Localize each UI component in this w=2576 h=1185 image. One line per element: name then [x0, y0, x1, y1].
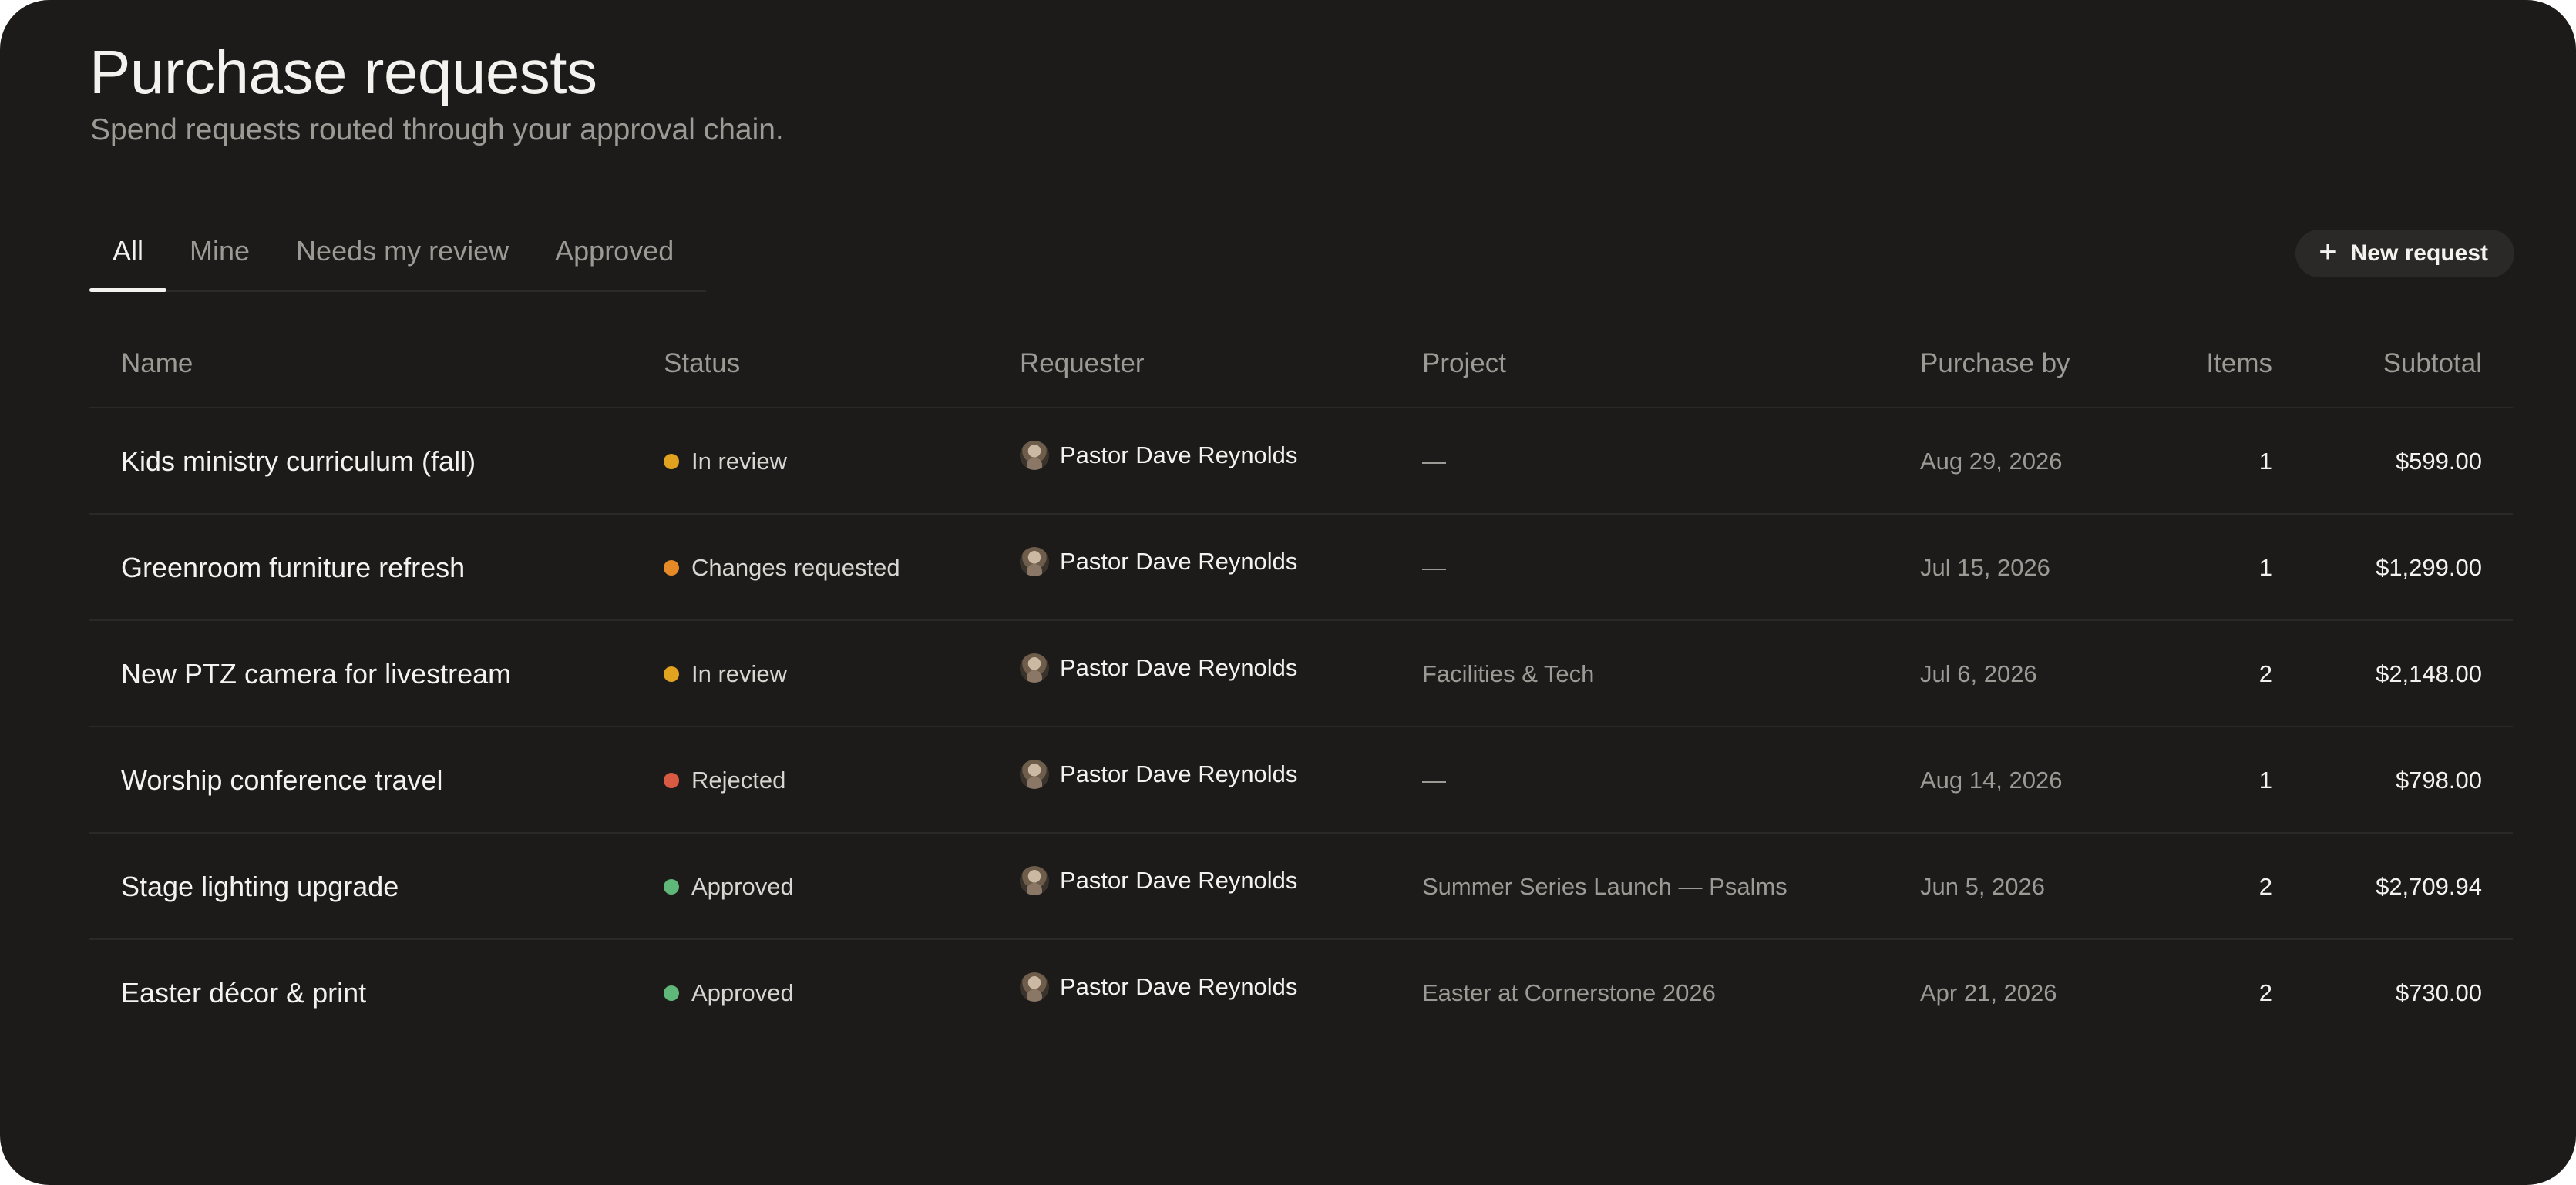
requester-name: Pastor Dave Reynolds — [1060, 973, 1298, 1000]
purchase-by-date: Jun 5, 2026 — [1920, 873, 2046, 900]
status-cell: Rejected — [664, 727, 785, 834]
requester-name: Pastor Dave Reynolds — [1060, 548, 1298, 575]
status-cell: In review — [664, 621, 787, 727]
status-dot-icon — [664, 879, 679, 895]
purchase-requests-table: Name Status Requester Project Purchase b… — [89, 319, 2513, 1046]
avatar — [1020, 441, 1049, 470]
status-dot-icon — [664, 560, 679, 576]
page-title: Purchase requests — [89, 38, 597, 106]
subtotal: $798.00 — [2395, 767, 2482, 794]
project: Summer Series Launch — Psalms — [1422, 873, 1787, 900]
column-header-requester[interactable]: Requester — [1020, 347, 1144, 381]
table-row[interactable]: New PTZ camera for livestream In review … — [89, 621, 2513, 727]
items-count: 1 — [2258, 767, 2272, 794]
status-dot-icon — [664, 454, 679, 469]
status-label: Approved — [691, 873, 794, 900]
plus-icon: + — [2319, 235, 2337, 269]
table-header: Name Status Requester Project Purchase b… — [89, 319, 2513, 408]
purchase-by-date: Jul 15, 2026 — [1920, 554, 2050, 581]
requester-name: Pastor Dave Reynolds — [1060, 760, 1298, 787]
subtotal: $2,148.00 — [2376, 660, 2482, 687]
status-label: In review — [691, 660, 788, 687]
status-label: In review — [691, 448, 788, 475]
table-row[interactable]: Kids ministry curriculum (fall) In revie… — [89, 408, 2513, 515]
subtotal: $1,299.00 — [2376, 554, 2482, 581]
status-dot-icon — [664, 985, 679, 1001]
column-header-subtotal[interactable]: Subtotal — [2383, 347, 2482, 381]
project: — — [1422, 554, 1446, 581]
subtotal: $599.00 — [2395, 448, 2482, 475]
table-row[interactable]: Easter décor & print Approved Pastor Dav… — [89, 940, 2513, 1046]
purchase-by-date: Apr 21, 2026 — [1920, 979, 2057, 1006]
purchase-by-date: Aug 29, 2026 — [1920, 448, 2063, 475]
column-header-project[interactable]: Project — [1422, 347, 1506, 381]
requester-cell: Pastor Dave Reynolds — [1020, 402, 1297, 509]
column-header-purchase-by[interactable]: Purchase by — [1920, 347, 2070, 381]
requester-name: Pastor Dave Reynolds — [1060, 654, 1298, 681]
items-count: 1 — [2258, 554, 2272, 581]
avatar — [1020, 653, 1049, 683]
avatar — [1020, 972, 1049, 1002]
subtotal: $730.00 — [2395, 979, 2482, 1006]
page-subtitle: Spend requests routed through your appro… — [90, 113, 784, 146]
column-header-status[interactable]: Status — [664, 347, 740, 381]
status-label: Approved — [691, 979, 794, 1006]
tab-needs-my-review[interactable]: Needs my review — [273, 228, 532, 290]
table-row[interactable]: Stage lighting upgrade Approved Pastor D… — [89, 834, 2513, 940]
requester-cell: Pastor Dave Reynolds — [1020, 721, 1297, 827]
avatar — [1020, 760, 1049, 789]
table-row[interactable]: Worship conference travel Rejected Pasto… — [89, 727, 2513, 834]
items-count: 2 — [2258, 979, 2272, 1006]
request-name: Stage lighting upgrade — [121, 871, 399, 902]
project: — — [1422, 448, 1446, 475]
table-row[interactable]: Greenroom furniture refresh Changes requ… — [89, 515, 2513, 621]
requester-cell: Pastor Dave Reynolds — [1020, 509, 1297, 615]
status-cell: Approved — [664, 834, 794, 940]
items-count: 2 — [2258, 873, 2272, 900]
items-count: 1 — [2258, 448, 2272, 475]
request-name: Greenroom furniture refresh — [121, 552, 466, 583]
status-cell: In review — [664, 408, 787, 515]
status-label: Rejected — [691, 767, 786, 794]
request-name: New PTZ camera for livestream — [121, 658, 512, 690]
tab-all[interactable]: All — [89, 228, 167, 292]
purchase-by-date: Aug 14, 2026 — [1920, 767, 2063, 794]
requester-cell: Pastor Dave Reynolds — [1020, 827, 1297, 934]
request-name: Kids ministry curriculum (fall) — [121, 445, 476, 477]
requester-name: Pastor Dave Reynolds — [1060, 441, 1298, 468]
tab-approved[interactable]: Approved — [532, 228, 697, 290]
project: Facilities & Tech — [1422, 660, 1595, 687]
app-window: Purchase requests Spend requests routed … — [0, 0, 2576, 1185]
requester-name: Pastor Dave Reynolds — [1060, 867, 1298, 894]
new-request-button[interactable]: + New request — [2295, 230, 2514, 277]
subtotal: $2,709.94 — [2376, 873, 2482, 900]
requester-cell: Pastor Dave Reynolds — [1020, 615, 1297, 721]
items-count: 2 — [2258, 660, 2272, 687]
project: — — [1422, 767, 1446, 794]
request-name: Easter décor & print — [121, 977, 367, 1009]
request-name: Worship conference travel — [121, 764, 443, 796]
column-header-items[interactable]: Items — [2206, 347, 2272, 381]
avatar — [1020, 866, 1049, 895]
tab-mine[interactable]: Mine — [166, 228, 273, 290]
column-header-name[interactable]: Name — [121, 347, 193, 381]
status-dot-icon — [664, 773, 679, 788]
table-body: Kids ministry curriculum (fall) In revie… — [89, 408, 2513, 1046]
purchase-by-date: Jul 6, 2026 — [1920, 660, 2037, 687]
status-cell: Approved — [664, 940, 794, 1046]
new-request-label: New request — [2350, 240, 2488, 266]
project: Easter at Cornerstone 2026 — [1422, 979, 1716, 1006]
status-cell: Changes requested — [664, 515, 900, 621]
status-dot-icon — [664, 666, 679, 682]
requester-cell: Pastor Dave Reynolds — [1020, 934, 1297, 1040]
status-label: Changes requested — [691, 554, 900, 581]
tab-bar: All Mine Needs my review Approved — [89, 228, 706, 292]
avatar — [1020, 547, 1049, 576]
